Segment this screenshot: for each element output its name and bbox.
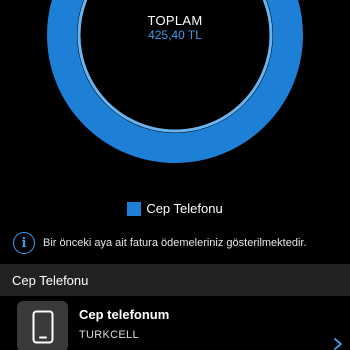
device-operator: TURKCELL: [79, 329, 139, 341]
screen: TOPLAM 425,40 TL Cep Telefonu i Bir önce…: [0, 0, 350, 350]
info-message: Bir önceki aya ait fatura ödemeleriniz g…: [43, 237, 307, 249]
section-title: Cep Telefonu: [12, 272, 89, 288]
device-name: Cep telefonum: [79, 307, 170, 322]
legend-label: Cep Telefonu: [146, 201, 223, 216]
smartphone-icon: [32, 310, 53, 343]
device-icon-box: [17, 301, 68, 350]
info-icon: i: [13, 232, 35, 254]
info-notice: i Bir önceki aya ait fatura ödemeleriniz…: [13, 232, 343, 254]
chevron-right-icon[interactable]: [332, 338, 344, 350]
legend-swatch: [127, 201, 142, 216]
donut-chart[interactable]: TOPLAM 425,40 TL: [0, 0, 350, 190]
total-label: TOPLAM: [147, 13, 203, 28]
total-value: 425,40 TL: [148, 28, 202, 42]
device-list-item[interactable]: Cep telefonum TURKCELL: [0, 296, 350, 350]
chart-legend: Cep Telefonu: [0, 201, 350, 216]
section-header: Cep Telefonu: [0, 264, 350, 296]
